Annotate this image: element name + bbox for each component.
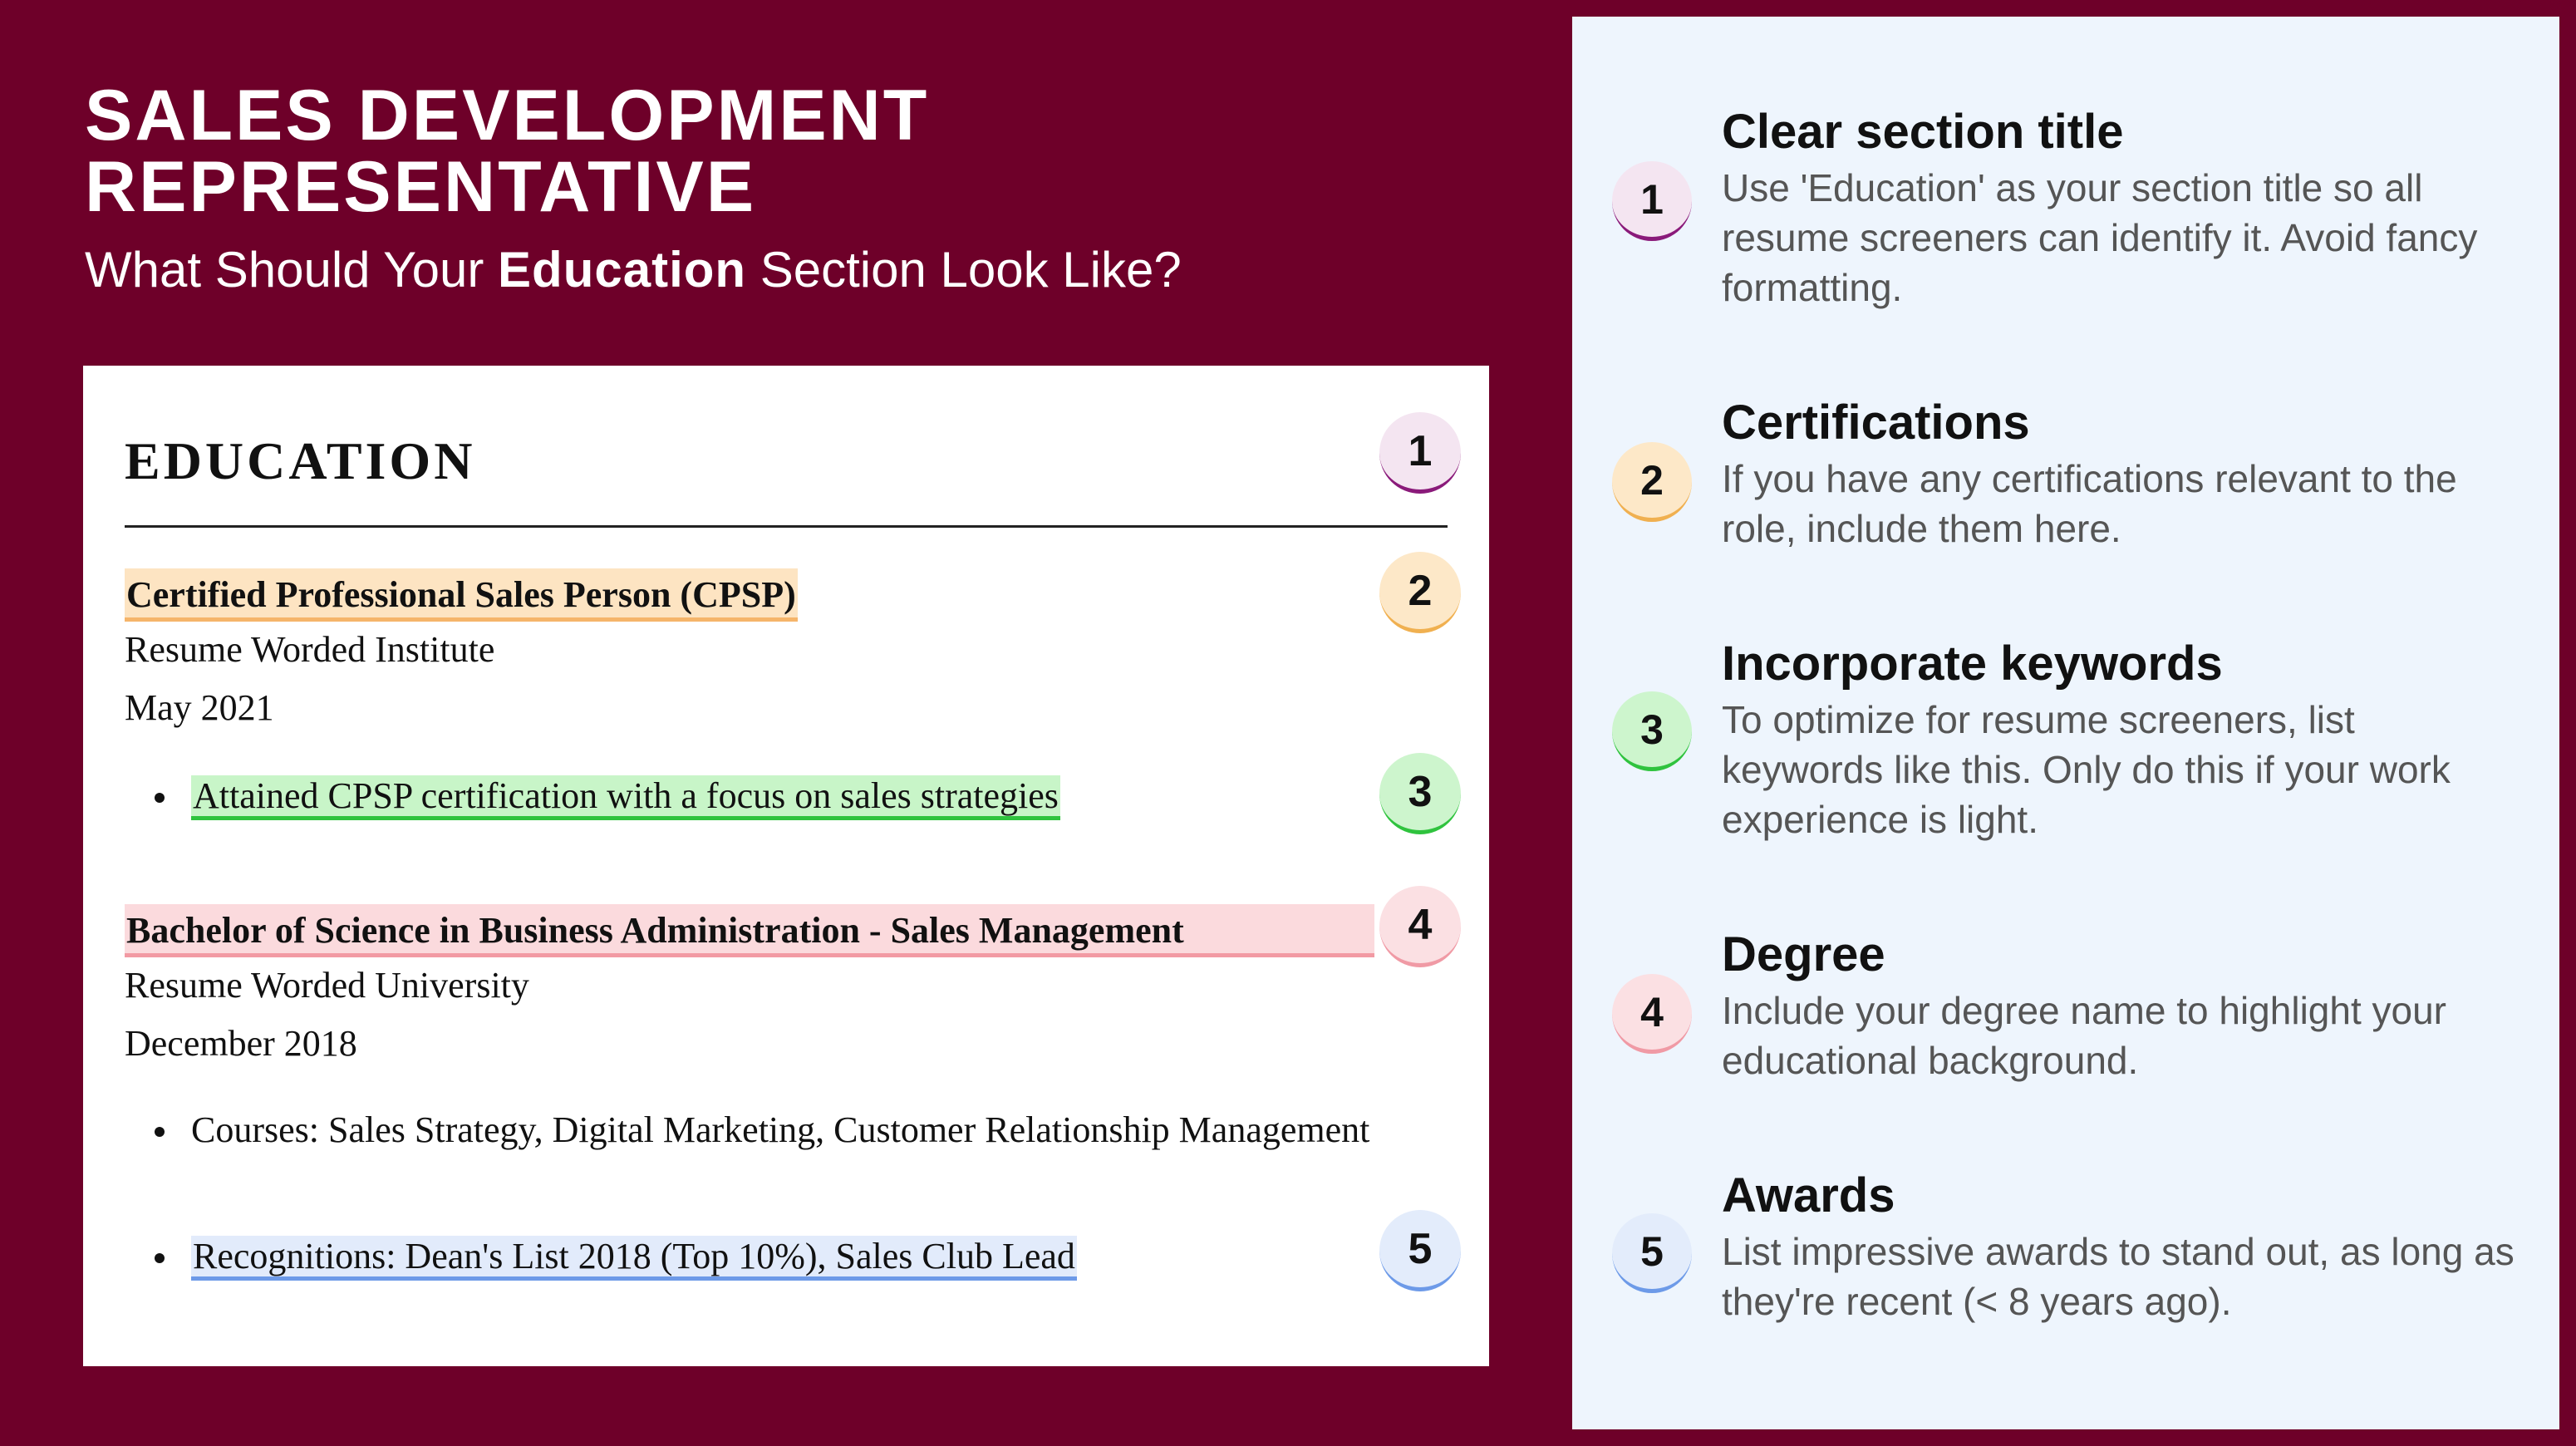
tip-clear-section-title: Clear section title Use 'Education' as y… [1722,103,2519,312]
tip-badge-3: 3 [1612,691,1692,771]
tip-badge-4: 4 [1612,974,1692,1054]
subtitle-post: Section Look Like? [746,242,1182,298]
entry-date: December 2018 [125,1023,357,1064]
bullet-text: Attained CPSP certification with a focus… [191,775,1060,820]
tip-description: List impressive awards to stand out, as … [1722,1230,2515,1323]
tips-panel: 1 Clear section title Use 'Education' as… [1572,17,2559,1429]
tip-degree: Degree Include your degree name to highl… [1722,926,2519,1085]
tip-description: Include your degree name to highlight yo… [1722,989,2447,1082]
bullet-text: Courses: Sales Strategy, Digital Marketi… [191,1109,1370,1150]
tip-description: To optimize for resume screeners, list k… [1722,698,2451,841]
entry-title-degree: Bachelor of Science in Business Administ… [125,904,1374,957]
tip-title: Awards [1722,1168,1895,1222]
bullet-text: Recognitions: Dean's List 2018 (Top 10%)… [191,1236,1077,1281]
tip-certifications: Certifications If you have any certifica… [1722,394,2519,553]
list-item: Recognitions: Dean's List 2018 (Top 10%)… [155,1232,1077,1281]
entry-institution: Resume Worded Institute [125,629,495,670]
title-line-2: REPRESENTATIVE [85,147,757,227]
page-subtitle: What Should Your Education Section Look … [85,241,1182,299]
badge-5: 5 [1379,1210,1461,1291]
entry-date: May 2021 [125,687,274,728]
entry-title-certification: Certified Professional Sales Person (CPS… [125,568,798,622]
tip-badge-1: 1 [1612,161,1692,241]
subtitle-bold: Education [498,242,747,298]
tip-title: Clear section title [1722,105,2124,159]
tip-title: Incorporate keywords [1722,637,2223,691]
tip-badge-2: 2 [1612,442,1692,522]
badge-4: 4 [1379,886,1461,967]
page-title: SALES DEVELOPMENT REPRESENTATIVE [85,80,929,223]
list-item: Attained CPSP certification with a focus… [155,771,1060,821]
tip-awards: Awards List impressive awards to stand o… [1722,1167,2519,1326]
tip-incorporate-keywords: Incorporate keywords To optimize for res… [1722,635,2519,844]
resume-card: EDUCATION 1 Certified Professional Sales… [83,366,1489,1366]
tip-title: Certifications [1722,396,2030,450]
left-panel: SALES DEVELOPMENT REPRESENTATIVE What Sh… [0,0,1572,1446]
badge-3: 3 [1379,753,1461,834]
badge-1: 1 [1379,412,1461,494]
title-line-1: SALES DEVELOPMENT [85,76,930,155]
list-item: Courses: Sales Strategy, Digital Marketi… [155,1105,1371,1155]
badge-2: 2 [1379,552,1461,633]
tip-badge-5: 5 [1612,1213,1692,1293]
subtitle-pre: What Should Your [85,242,499,298]
education-heading: EDUCATION [125,431,476,490]
entry-institution: Resume Worded University [125,965,529,1006]
tip-description: Use 'Education' as your section title so… [1722,166,2478,309]
section-divider [125,525,1448,528]
tip-title: Degree [1722,927,1885,981]
tip-description: If you have any certifications relevant … [1722,457,2457,550]
